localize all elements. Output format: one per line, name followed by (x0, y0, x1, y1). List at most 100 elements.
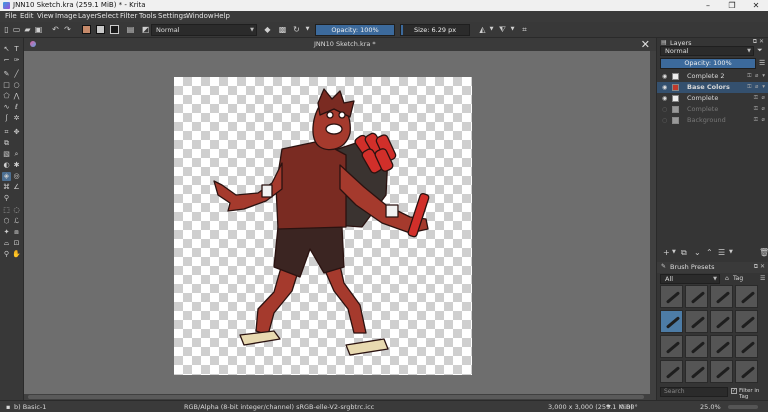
brush-presets-menu-icon[interactable]: ☰ (760, 275, 765, 282)
opacity-slider[interactable]: Opacity: 100% (315, 24, 395, 36)
eye-icon[interactable]: ◉ (662, 93, 667, 104)
brush-preset-tile[interactable] (710, 285, 733, 308)
brush-preset-tile[interactable] (685, 360, 708, 383)
multibrush-tool-icon[interactable]: ✲ (12, 114, 21, 123)
mirror-vertical-icon[interactable]: ⧨ (498, 25, 507, 34)
docker-float-close-icons[interactable]: ⧉ ✕ (754, 263, 765, 271)
similar-selection-tool-icon[interactable]: ⧈ (12, 228, 21, 237)
contiguous-selection-tool-icon[interactable]: ✦ (2, 228, 11, 237)
minimize-button[interactable]: – (696, 0, 720, 11)
freehand-selection-tool-icon[interactable]: ℒ (12, 217, 21, 226)
brush-search-input[interactable]: Search (660, 387, 728, 397)
layer-properties-icon[interactable]: ☰ (718, 248, 725, 257)
pattern-fill-tool-icon[interactable]: ◎ (12, 172, 21, 181)
layer-options-icon[interactable]: ☰ (759, 59, 765, 67)
brush-settings-icon[interactable]: ▤ (126, 25, 135, 34)
layer-row[interactable]: ◉ Complete ⚿ ⌀ (657, 93, 768, 104)
brush-preset-tile[interactable] (710, 310, 733, 333)
foreground-color-swatch[interactable] (110, 25, 119, 34)
layer-row-selected[interactable]: ◉ Base Colors ⚿ ⌀ ▾ (657, 82, 768, 93)
open-folder-icon[interactable]: ▰ (23, 25, 32, 34)
polyline-tool-icon[interactable]: ⋀ (12, 92, 21, 101)
layer-row[interactable]: ○ Complete ⚿ ⌀ (657, 104, 768, 115)
menu-help[interactable]: Help (214, 12, 230, 20)
brush-preset-tile[interactable] (660, 360, 683, 383)
preset-editor-icon[interactable]: ◩ (141, 25, 150, 34)
brush-preset-tile[interactable] (735, 310, 758, 333)
freehand-path-tool-icon[interactable]: ℓ (12, 103, 21, 112)
docker-float-close-icons[interactable]: ⧉ ✕ (753, 38, 764, 46)
duplicate-layer-icon[interactable]: ⧉ (681, 248, 687, 258)
select-shapes-tool-icon[interactable]: ↖ (2, 45, 11, 54)
undo-icon[interactable]: ↶ (51, 25, 60, 34)
reference-image-tool-icon[interactable]: ⚲ (2, 194, 11, 203)
calligraphy-tool-icon[interactable]: ✑ (12, 56, 21, 65)
brush-preset-tile[interactable] (685, 335, 708, 358)
eye-closed-icon[interactable]: ○ (662, 104, 667, 115)
alpha-lock-icon[interactable]: ▩ (278, 25, 287, 34)
layer-filter-icon[interactable]: ⏷ (757, 46, 763, 55)
close-window-button[interactable]: ✕ (744, 0, 768, 11)
layer-opacity-slider[interactable]: Opacity: 100% (660, 58, 756, 69)
eye-icon[interactable]: ◉ (662, 82, 667, 93)
move-tool-icon[interactable]: ✥ (12, 128, 21, 137)
blend-mode-select[interactable]: Normal ▼ (151, 24, 257, 36)
crop-icon[interactable]: ⌗ (520, 25, 529, 34)
transform-tool-icon[interactable]: ⧉ (2, 139, 11, 148)
maximize-button[interactable]: ❐ (720, 0, 744, 11)
bezier-selection-tool-icon[interactable]: ⌓ (2, 239, 11, 248)
color-picker-tool-icon[interactable]: ⌕ (12, 150, 21, 159)
color-profile-label[interactable]: RGB/Alpha (8-bit integer/channel) sRGB-e… (184, 403, 374, 411)
move-layer-up-icon[interactable]: ⌃ (706, 248, 713, 257)
fill-tool-icon[interactable]: ◈ (2, 172, 11, 181)
brush-preset-tile[interactable] (660, 285, 683, 308)
smart-patch-tool-icon[interactable]: ✱ (12, 161, 21, 170)
brush-filter-select[interactable]: All ▼ (660, 274, 720, 284)
drawing-canvas[interactable] (174, 77, 472, 375)
brush-preset-tile[interactable] (685, 285, 708, 308)
rotation-arrows-icon[interactable]: ◂▸ (606, 403, 611, 409)
measure-tool-icon[interactable]: ∠ (12, 183, 21, 192)
pattern-swatch[interactable] (82, 25, 91, 34)
polygonal-selection-tool-icon[interactable]: ⬡ (2, 217, 11, 226)
menu-image[interactable]: Image (55, 12, 77, 20)
add-layer-icon[interactable]: + (663, 248, 670, 257)
dynamic-brush-tool-icon[interactable]: ʃ (2, 114, 11, 123)
reload-preset-icon[interactable]: ↻ (292, 25, 301, 34)
brush-preset-tile[interactable] (660, 335, 683, 358)
menu-edit[interactable]: Edit (20, 12, 34, 20)
menu-filter[interactable]: Filter (120, 12, 137, 20)
zoom-tool-icon[interactable]: ⚲ (2, 250, 11, 259)
colorize-mask-tool-icon[interactable]: ◐ (2, 161, 11, 170)
menu-settings[interactable]: Settings (158, 12, 187, 20)
assistant-tool-icon[interactable]: ⌘ (2, 183, 11, 192)
pan-tool-icon[interactable]: ✋ (12, 250, 21, 259)
menu-layer[interactable]: Layer (78, 12, 98, 20)
brush-preset-tile[interactable] (710, 360, 733, 383)
move-layer-down-icon[interactable]: ⌄ (694, 248, 701, 257)
menu-window[interactable]: Window (186, 12, 214, 20)
text-tool-icon[interactable]: T (12, 45, 21, 54)
menu-file[interactable]: File (5, 12, 17, 20)
ellipse-tool-icon[interactable]: ○ (12, 81, 21, 90)
elliptical-selection-tool-icon[interactable]: ◌ (12, 206, 21, 215)
layer-property-icons[interactable]: ⚿ ⌀ (754, 115, 766, 126)
new-document-icon[interactable]: ▯ (2, 25, 11, 34)
polygon-tool-icon[interactable]: ⬠ (2, 92, 11, 101)
save-icon[interactable]: ▣ (34, 25, 43, 34)
layer-row[interactable]: ◉ Complete 2 ⚿ ⌀ ▾ (657, 71, 768, 82)
gradient-tool-icon[interactable]: ▧ (2, 150, 11, 159)
zoom-slider[interactable] (728, 405, 758, 409)
brush-preset-tile[interactable] (660, 310, 683, 333)
freehand-brush-tool-icon[interactable]: ✎ (2, 70, 11, 79)
menu-select[interactable]: Select (97, 12, 119, 20)
bezier-tool-icon[interactable]: ∿ (2, 103, 11, 112)
line-tool-icon[interactable]: ╱ (12, 70, 21, 79)
new-document-icon[interactable]: ▭ (12, 25, 21, 34)
magnetic-selection-tool-icon[interactable]: ⊡ (12, 239, 21, 248)
layer-blend-mode-select[interactable]: Normal ▼ (660, 46, 754, 56)
layer-property-icons[interactable]: ⚿ ⌀ ▾ (747, 71, 766, 82)
size-slider[interactable]: Size: 6.29 px (400, 24, 470, 36)
layer-property-icons[interactable]: ⚿ ⌀ (754, 93, 766, 104)
brush-preset-tile[interactable] (735, 285, 758, 308)
